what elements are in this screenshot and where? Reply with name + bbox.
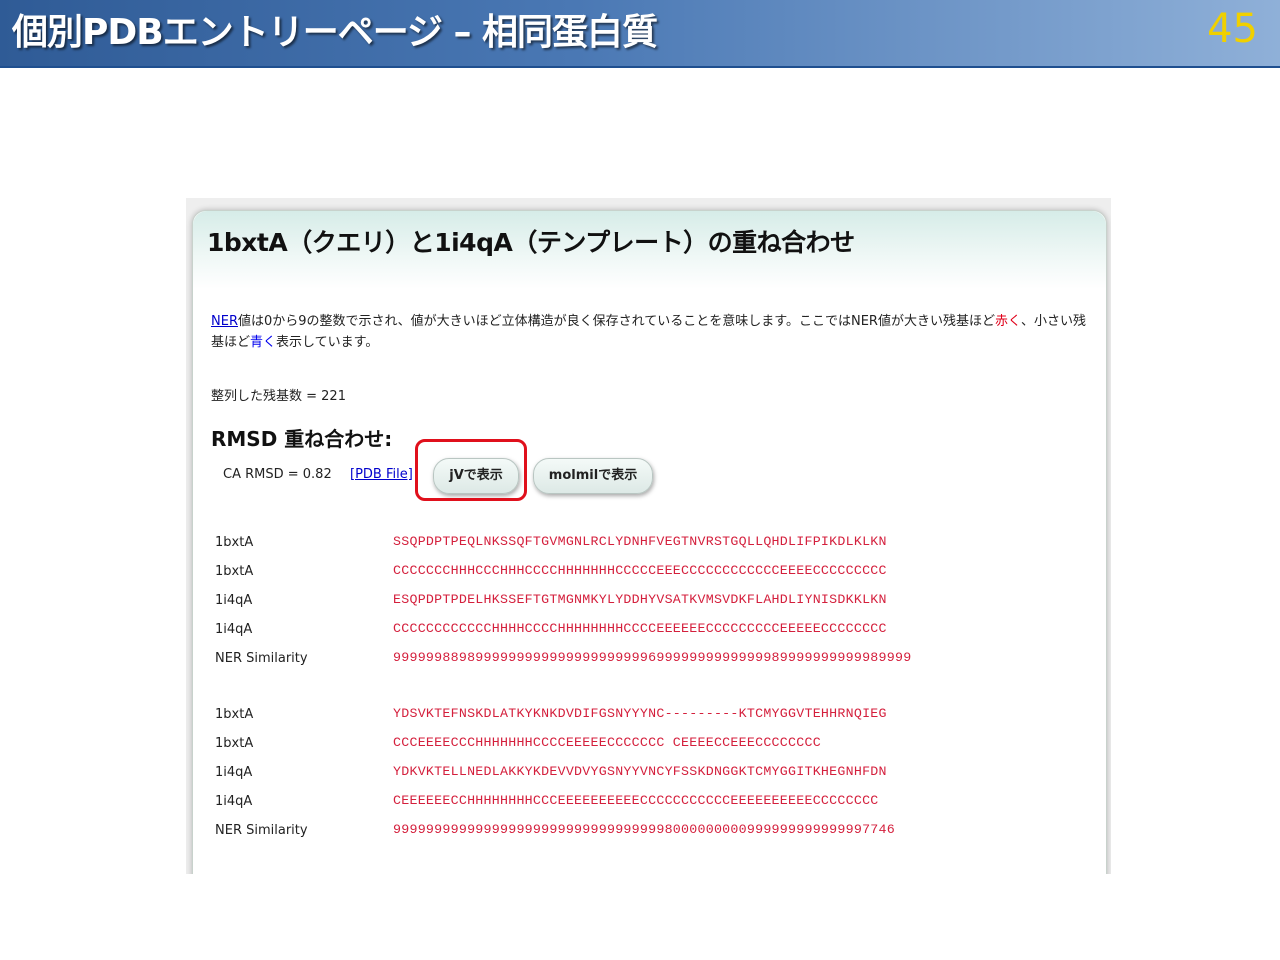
secondary-structure-row: CEEEEEECCHHHHHHHHCCCEEEEEEEEEECCCCCCCCCC… — [393, 793, 879, 808]
ner-description: NER値は0から9の整数で示され、値が大きいほど立体構造が良く保存されていること… — [211, 311, 1096, 353]
secondary-structure-row: CCCCCCCCCCCCHHHHCCCCHHHHHHHHCCCCEEEEEECC… — [393, 621, 887, 636]
sequence-row: YDSVKTEFNSKDLATKYKNKDVDIFGSNYYYNC-------… — [393, 706, 887, 721]
panel-title: 1bxtA（クエリ）と1i4qA（テンプレート）の重ね合わせ — [207, 228, 855, 257]
sequence-row: ESQPDPTPDELHKSSEFTGTMGNMKYLYDDHYVSATKVMS… — [393, 592, 887, 607]
ca-rmsd-value: CA RMSD = 0.82 — [223, 467, 332, 482]
desc-red-word: 赤く — [994, 314, 1021, 329]
slide-number: 45 — [1207, 6, 1258, 52]
slide-title: 個別PDBエントリーページ – 相同蛋白質 — [12, 12, 658, 53]
ner-similarity-row: 9999999999999999999999999999999998000000… — [393, 822, 895, 837]
ner-similarity-row: 9999998898999999999999999999999699999999… — [393, 650, 912, 665]
secondary-structure-row: CCCEEEECCCHHHHHHHCCCCEEEEECCCCCCC CEEEEC… — [393, 735, 821, 750]
sequence-row: SSQPDPTPEQLNKSSQFTGVMGNLRCLYDNHFVEGTNVRS… — [393, 534, 887, 549]
sequence-row: YDKVKTELLNEDLAKKYKDEVVDVYGSNYYVNCYFSSKDN… — [393, 764, 887, 779]
highlight-box — [415, 439, 527, 501]
seq-label: 1i4qA — [215, 765, 253, 780]
desc-blue-word: 青く — [250, 335, 277, 350]
browser-screenshot: 1bxtA（クエリ）と1i4qA（テンプレート）の重ね合わせ NER値は0から9… — [186, 198, 1111, 874]
panel-header: 1bxtA（クエリ）と1i4qA（テンプレート）の重ね合わせ — [193, 211, 1106, 289]
seq-label: 1i4qA — [215, 794, 253, 809]
ner-link[interactable]: NER — [211, 314, 238, 329]
superposition-panel: 1bxtA（クエリ）と1i4qA（テンプレート）の重ね合わせ NER値は0から9… — [192, 210, 1107, 874]
rmsd-heading: RMSD 重ね合わせ: — [211, 427, 393, 451]
view-in-molmil-button[interactable]: molmilで表示 — [533, 458, 653, 494]
pdb-file-link[interactable]: [PDB File] — [350, 467, 413, 482]
seq-label: 1bxtA — [215, 564, 254, 579]
seq-label: 1bxtA — [215, 535, 254, 550]
ner-similarity-label: NER Similarity — [215, 823, 308, 838]
seq-label: 1i4qA — [215, 622, 253, 637]
seq-label: 1i4qA — [215, 593, 253, 608]
desc-text-1: 値は0から9の整数で示され、値が大きいほど立体構造が良く保存されていることを意味… — [237, 314, 995, 329]
desc-text-3: 表示しています。 — [276, 335, 379, 350]
secondary-structure-row: CCCCCCCHHHCCCHHHCCCCHHHHHHHCCCCCEEECCCCC… — [393, 563, 887, 578]
seq-label: 1bxtA — [215, 707, 254, 722]
aligned-residue-count: 整列した残基数 = 221 — [211, 389, 346, 404]
ner-similarity-label: NER Similarity — [215, 651, 308, 666]
seq-label: 1bxtA — [215, 736, 254, 751]
slide-header: 個別PDBエントリーページ – 相同蛋白質 45 — [0, 0, 1280, 68]
